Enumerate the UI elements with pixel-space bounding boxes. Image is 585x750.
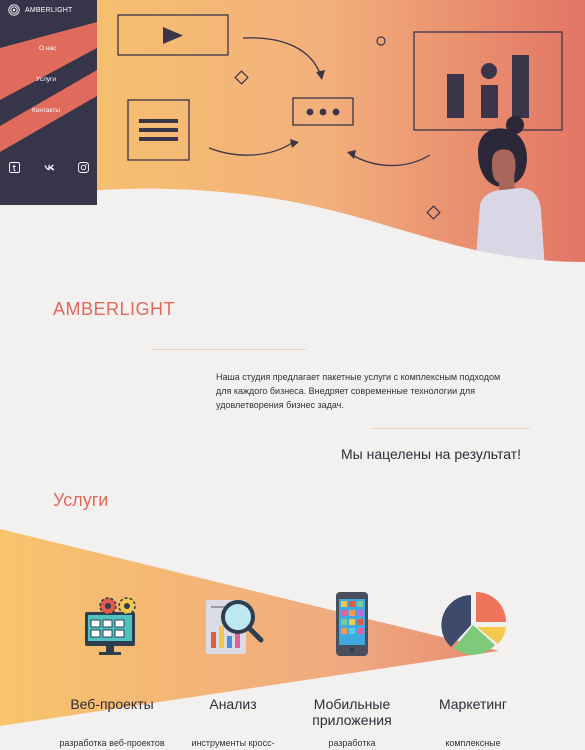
spiral-logo-icon (8, 4, 20, 16)
nav-item-contacts[interactable]: Контакты (32, 107, 60, 114)
nav-item-about[interactable]: О нас (39, 45, 56, 52)
vk-icon[interactable] (44, 162, 55, 173)
divider (370, 428, 530, 429)
smartphone-icon (336, 592, 368, 656)
service-mobile[interactable]: Мобильные приложения разработка (287, 590, 417, 748)
hero-banner: AMBERLIGHT О нас Услуги Контакты (0, 0, 585, 270)
about-description: Наша студия предлагает пакетные услуги с… (216, 372, 501, 410)
services-title: Услуги (53, 490, 109, 510)
service-name: Мобильные приложения (312, 696, 392, 728)
tagline: Мы нацелены на результат! (341, 446, 521, 462)
service-description: разработка веб-проектов (59, 738, 165, 748)
service-description: инструменты кросс- (191, 738, 275, 748)
monitor-gears-icon (85, 597, 136, 655)
tumblr-icon[interactable] (9, 162, 20, 173)
magnifier-chart-icon (206, 600, 264, 654)
about-title: AMBERLIGHT (53, 299, 176, 319)
nav-item-services[interactable]: Услуги (36, 76, 56, 83)
service-analysis[interactable]: Анализ инструменты кросс- (168, 590, 298, 748)
divider (151, 349, 306, 350)
service-name: Анализ (209, 696, 257, 712)
sidebar-background (0, 0, 97, 205)
instagram-icon[interactable] (78, 162, 89, 173)
sidebar: AMBERLIGHT О нас Услуги Контакты (0, 0, 97, 205)
service-marketing[interactable]: Маркетинг комплексные (408, 590, 538, 748)
service-name: Веб-проекты (70, 696, 154, 712)
pie-chart-icon (441, 592, 506, 655)
service-name: Маркетинг (438, 696, 508, 712)
brand-name: AMBERLIGHT (25, 6, 73, 14)
service-description: разработка (328, 738, 376, 748)
service-description: комплексные (445, 738, 501, 748)
service-web[interactable]: Веб-проекты разработка веб-проектов (47, 590, 177, 748)
brand[interactable]: AMBERLIGHT (8, 4, 73, 16)
